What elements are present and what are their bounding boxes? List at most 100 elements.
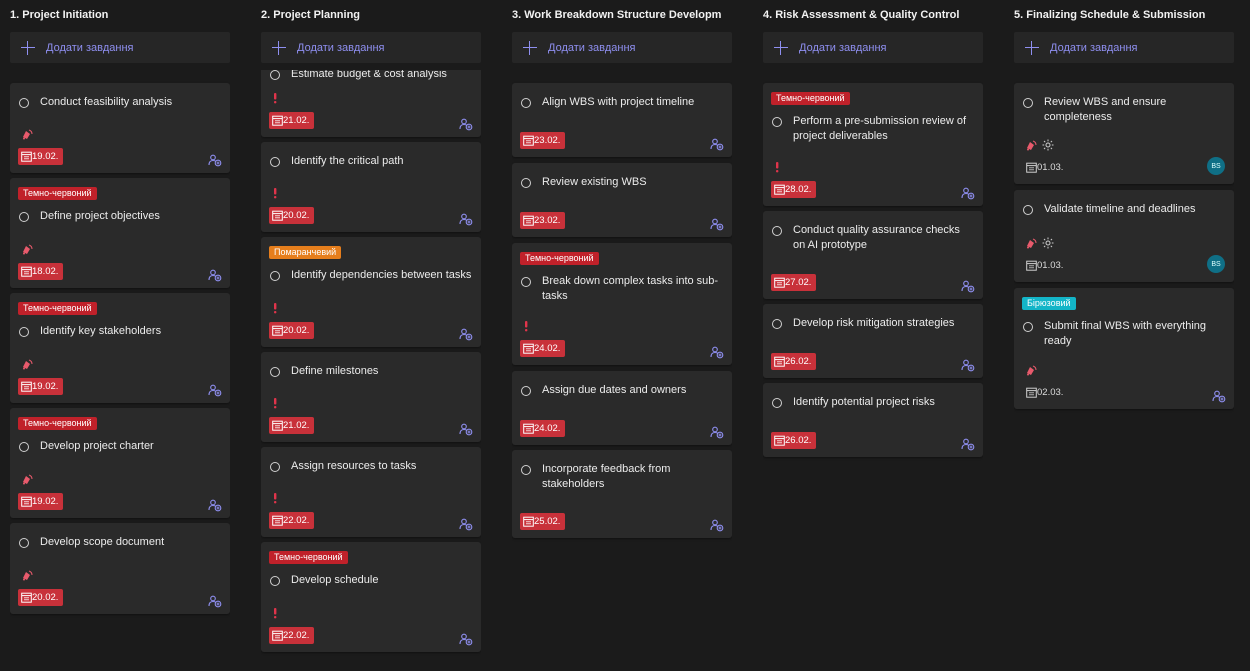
complete-circle-icon[interactable]: [270, 271, 280, 281]
add-task-button[interactable]: Додати завдання: [10, 32, 230, 63]
task-card[interactable]: Review WBS and ensure completeness 01.03.…: [1014, 83, 1234, 184]
assign-button[interactable]: [459, 632, 473, 646]
assign-button[interactable]: [459, 117, 473, 131]
task-card[interactable]: Develop scope document 20.02.: [10, 523, 230, 614]
complete-circle-icon[interactable]: [19, 442, 29, 452]
due-date[interactable]: 02.03.: [1026, 385, 1063, 399]
assignee-avatar[interactable]: BS: [1207, 157, 1225, 175]
add-task-button[interactable]: Додати завдання: [1014, 32, 1234, 63]
task-card[interactable]: Define milestones 21.02.: [261, 352, 481, 442]
due-date-badge[interactable]: 20.02.: [18, 589, 64, 606]
assign-button[interactable]: [208, 268, 222, 282]
due-date-badge[interactable]: 22.02.: [269, 512, 315, 529]
assign-button[interactable]: [208, 383, 222, 397]
task-card[interactable]: Align WBS with project timeline 23.02.: [512, 83, 732, 157]
task-card[interactable]: Conduct feasibility analysis 19.02.: [10, 83, 230, 173]
assign-button[interactable]: [1212, 389, 1226, 403]
assign-button[interactable]: [710, 345, 724, 359]
assignee-avatar[interactable]: BS: [1207, 255, 1225, 273]
task-card[interactable]: Темно-червоний Break down complex tasks i…: [512, 243, 732, 365]
assign-button[interactable]: [208, 498, 222, 512]
task-card[interactable]: Review existing WBS 23.02.: [512, 163, 732, 237]
add-task-button[interactable]: Додати завдання: [512, 32, 732, 63]
task-card[interactable]: Бірюзовий Submit final WBS with everythin…: [1014, 288, 1234, 409]
due-date-badge[interactable]: 22.02.: [269, 627, 315, 644]
add-task-button[interactable]: Додати завдання: [261, 32, 481, 63]
due-date-badge[interactable]: 23.02.: [520, 132, 566, 149]
complete-circle-icon[interactable]: [270, 576, 280, 586]
due-date-badge[interactable]: 28.02.: [771, 181, 817, 198]
due-date-badge[interactable]: 26.02.: [771, 353, 817, 370]
assign-button[interactable]: [961, 279, 975, 293]
assign-button[interactable]: [710, 518, 724, 532]
assign-button[interactable]: [710, 137, 724, 151]
complete-circle-icon[interactable]: [772, 398, 782, 408]
task-card[interactable]: Темно-червоний Identify key stakeholders 1…: [10, 293, 230, 403]
due-date-badge[interactable]: 20.02.: [269, 207, 315, 224]
complete-circle-icon[interactable]: [270, 462, 280, 472]
due-date-badge[interactable]: 19.02.: [18, 378, 64, 395]
assign-button[interactable]: [459, 517, 473, 531]
complete-circle-icon[interactable]: [19, 327, 29, 337]
complete-circle-icon[interactable]: [19, 538, 29, 548]
complete-circle-icon[interactable]: [521, 98, 531, 108]
due-date-badge[interactable]: 25.02.: [520, 513, 566, 530]
due-date-badge[interactable]: 21.02.: [269, 112, 315, 129]
task-card[interactable]: Темно-червоний Define project objectives 1…: [10, 178, 230, 288]
assign-person-icon: [208, 499, 222, 512]
task-card[interactable]: Assign resources to tasks 22.02.: [261, 447, 481, 537]
complete-circle-icon[interactable]: [270, 157, 280, 167]
complete-circle-icon[interactable]: [521, 465, 531, 475]
due-date-badge[interactable]: 23.02.: [520, 212, 566, 229]
task-card[interactable]: Estimate budget & cost analysis 21.02.: [261, 70, 481, 137]
complete-circle-icon[interactable]: [1023, 322, 1033, 332]
task-card[interactable]: Identify the critical path 20.02.: [261, 142, 481, 232]
due-date-badge[interactable]: 26.02.: [771, 432, 817, 449]
due-date-badge[interactable]: 20.02.: [269, 322, 315, 339]
assign-button[interactable]: [208, 594, 222, 608]
task-icons: [271, 187, 311, 199]
due-date-badge[interactable]: 21.02.: [269, 417, 315, 434]
complete-circle-icon[interactable]: [521, 386, 531, 396]
due-date-badge[interactable]: 27.02.: [771, 274, 817, 291]
assign-button[interactable]: [961, 358, 975, 372]
complete-circle-icon[interactable]: [1023, 205, 1033, 215]
task-card[interactable]: Assign due dates and owners 24.02.: [512, 371, 732, 445]
complete-circle-icon[interactable]: [521, 277, 531, 287]
complete-circle-icon[interactable]: [19, 212, 29, 222]
complete-circle-icon[interactable]: [772, 226, 782, 236]
task-card[interactable]: Develop risk mitigation strategies 26.02.: [763, 304, 983, 378]
task-card[interactable]: Темно-червоний Perform a pre-submission r…: [763, 83, 983, 206]
complete-circle-icon[interactable]: [521, 178, 531, 188]
due-date-badge[interactable]: 24.02.: [520, 420, 566, 437]
due-date-badge[interactable]: 24.02.: [520, 340, 566, 357]
assign-button[interactable]: [961, 437, 975, 451]
add-task-button[interactable]: Додати завдання: [763, 32, 983, 63]
assign-person-icon: [208, 595, 222, 608]
assign-button[interactable]: [459, 212, 473, 226]
task-card[interactable]: Темно-червоний Develop schedule 22.02.: [261, 542, 481, 652]
assign-button[interactable]: [710, 425, 724, 439]
due-date-badge[interactable]: 19.02.: [18, 148, 64, 165]
assign-button[interactable]: [208, 153, 222, 167]
assign-button[interactable]: [961, 186, 975, 200]
task-card[interactable]: Темно-червоний Develop project charter 19.…: [10, 408, 230, 518]
due-date[interactable]: 01.03.: [1026, 160, 1063, 174]
task-card[interactable]: Identify potential project risks 26.02.: [763, 383, 983, 457]
complete-circle-icon[interactable]: [1023, 98, 1033, 108]
task-card[interactable]: Incorporate feedback from stakeholders 25…: [512, 450, 732, 538]
due-date-badge[interactable]: 18.02.: [18, 263, 64, 280]
task-card[interactable]: Conduct quality assurance checks on AI p…: [763, 211, 983, 299]
complete-circle-icon[interactable]: [19, 98, 29, 108]
task-card[interactable]: Validate timeline and deadlines 01.03. BS: [1014, 190, 1234, 282]
assign-button[interactable]: [459, 422, 473, 436]
complete-circle-icon[interactable]: [772, 117, 782, 127]
assign-button[interactable]: [459, 327, 473, 341]
complete-circle-icon[interactable]: [270, 70, 280, 80]
complete-circle-icon[interactable]: [772, 319, 782, 329]
assign-button[interactable]: [710, 217, 724, 231]
due-date-badge[interactable]: 19.02.: [18, 493, 64, 510]
complete-circle-icon[interactable]: [270, 367, 280, 377]
task-card[interactable]: Помаранчевий Identify dependencies betwee…: [261, 237, 481, 347]
due-date[interactable]: 01.03.: [1026, 258, 1063, 272]
